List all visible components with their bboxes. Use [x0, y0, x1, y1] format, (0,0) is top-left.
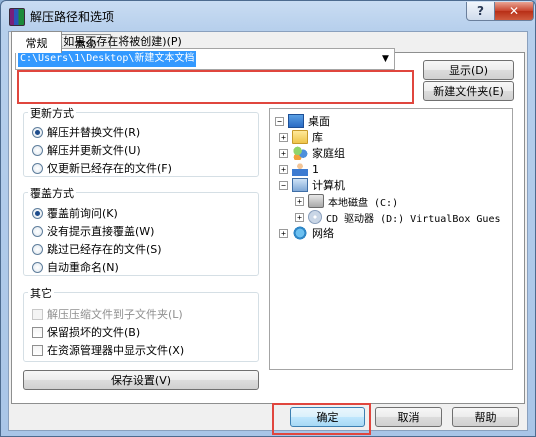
radio-overwrite-without-prompt[interactable]: 没有提示直接覆盖(W): [32, 223, 154, 239]
radio-ask-before-overwrite[interactable]: 覆盖前询问(K): [32, 205, 118, 221]
radio-label: 仅更新已经存在的文件(F): [47, 162, 172, 175]
desktop-icon: [288, 114, 304, 128]
tree-item-label: 本地磁盘 (C:): [328, 197, 399, 209]
expand-icon[interactable]: +: [279, 228, 288, 238]
checkbox-show-in-explorer[interactable]: 在资源管理器中显示文件(X): [32, 342, 184, 358]
cancel-button[interactable]: 取消: [375, 407, 442, 427]
checkbox-indicator: [32, 308, 43, 320]
tree-item-label: 桌面: [308, 115, 330, 128]
overwrite-mode-title: 覆盖方式: [28, 185, 76, 201]
dialog-window: 解压路径和选项 ? ✕ 常规 高级 目标路径(如果不存在将被创建)(P) C:\…: [0, 0, 536, 437]
help-title-button[interactable]: ?: [466, 2, 495, 21]
radio-indicator[interactable]: [32, 207, 43, 219]
destination-path-value[interactable]: C:\Users\1\Desktop\新建文本文档: [18, 51, 197, 67]
expand-icon[interactable]: +: [279, 132, 288, 142]
checkbox-label: 保留损坏的文件(B): [47, 326, 141, 339]
radio-label: 覆盖前询问(K): [47, 207, 118, 220]
tree-item-label: 1: [312, 162, 319, 176]
destination-path-combobox[interactable]: C:\Users\1\Desktop\新建文本文档 ▼: [15, 48, 395, 70]
checkbox-indicator[interactable]: [32, 326, 43, 338]
radio-label: 没有提示直接覆盖(W): [47, 225, 155, 238]
user-icon: [292, 162, 308, 176]
radio-label: 解压并更新文件(U): [47, 144, 141, 157]
expand-icon[interactable]: +: [295, 196, 304, 206]
title-bar[interactable]: 解压路径和选项 ? ✕: [1, 1, 535, 30]
tree-item-label: 家庭组: [312, 147, 345, 160]
tree-item-label: 网络: [312, 227, 334, 240]
checkbox-label: 在资源管理器中显示文件(X): [47, 344, 185, 357]
tree-item-user[interactable]: + 1: [279, 161, 319, 177]
tree-item-network[interactable]: + 网络: [279, 225, 334, 241]
new-folder-button[interactable]: 新建文件夹(E): [423, 81, 514, 101]
radio-label: 自动重命名(N): [47, 261, 119, 274]
dropdown-arrow-icon[interactable]: ▼: [377, 49, 394, 69]
tree-item-computer[interactable]: − 计算机: [279, 177, 345, 193]
radio-label: 解压并替换文件(R): [47, 126, 141, 139]
radio-skip-existing[interactable]: 跳过已经存在的文件(S): [32, 241, 162, 257]
tree-item-desktop[interactable]: − 桌面: [275, 113, 330, 129]
homegroup-icon: [292, 146, 308, 160]
checkbox-extract-to-subfolder: 解压压缩文件到子文件夹(L): [32, 306, 183, 322]
tree-item-library[interactable]: + 库: [279, 129, 323, 145]
radio-indicator[interactable]: [32, 225, 43, 237]
save-settings-button[interactable]: 保存设置(V): [23, 370, 259, 390]
update-mode-title: 更新方式: [28, 105, 76, 121]
close-button[interactable]: ✕: [494, 2, 534, 21]
disk-icon: [308, 194, 324, 208]
expand-icon[interactable]: +: [279, 164, 288, 174]
tree-item-local-disk-c[interactable]: + 本地磁盘 (C:): [295, 193, 398, 209]
expand-icon[interactable]: +: [295, 212, 304, 222]
tree-item-homegroup[interactable]: + 家庭组: [279, 145, 345, 161]
folder-tree[interactable]: − 桌面 + 库 + 家庭组 + 1 − 计算机 + 本地磁盘 (C:) + C…: [269, 108, 513, 370]
radio-extract-update[interactable]: 解压并更新文件(U): [32, 142, 141, 158]
radio-indicator[interactable]: [32, 126, 43, 138]
misc-title: 其它: [28, 285, 54, 301]
radio-auto-rename[interactable]: 自动重命名(N): [32, 259, 119, 275]
collapse-icon[interactable]: −: [279, 180, 288, 190]
tab-general[interactable]: 常规: [11, 31, 62, 53]
radio-indicator[interactable]: [32, 243, 43, 255]
tree-item-label: CD 驱动器 (D:) VirtualBox Gues: [326, 213, 501, 225]
window-title: 解压路径和选项: [30, 10, 115, 24]
radio-indicator[interactable]: [32, 261, 43, 273]
overwrite-mode-group: 覆盖方式 覆盖前询问(K) 没有提示直接覆盖(W) 跳过已经存在的文件(S) 自…: [23, 185, 259, 276]
tree-item-label: 计算机: [312, 179, 345, 192]
show-button[interactable]: 显示(D): [423, 60, 514, 80]
collapse-icon[interactable]: −: [275, 116, 284, 126]
checkbox-keep-broken-files[interactable]: 保留损坏的文件(B): [32, 324, 140, 340]
radio-update-existing[interactable]: 仅更新已经存在的文件(F): [32, 160, 172, 176]
computer-icon: [292, 178, 308, 192]
network-icon: [292, 226, 308, 240]
checkbox-label: 解压压缩文件到子文件夹(L): [47, 308, 183, 321]
update-mode-group: 更新方式 解压并替换文件(R) 解压并更新文件(U) 仅更新已经存在的文件(F): [23, 105, 259, 177]
help-button[interactable]: 帮助: [452, 407, 519, 427]
radio-extract-replace[interactable]: 解压并替换文件(R): [32, 124, 140, 140]
winrar-icon: [9, 8, 25, 26]
tree-item-label: 库: [312, 131, 323, 144]
library-icon: [292, 130, 308, 144]
misc-group: 其它 解压压缩文件到子文件夹(L) 保留损坏的文件(B) 在资源管理器中显示文件…: [23, 285, 259, 362]
cd-drive-icon: [308, 210, 322, 224]
ok-button[interactable]: 确定: [290, 407, 365, 427]
radio-label: 跳过已经存在的文件(S): [47, 243, 162, 256]
expand-icon[interactable]: +: [279, 148, 288, 158]
checkbox-indicator[interactable]: [32, 344, 43, 356]
tree-item-cd-drive-d[interactable]: + CD 驱动器 (D:) VirtualBox Gues: [295, 209, 501, 225]
radio-indicator[interactable]: [32, 162, 43, 174]
radio-indicator[interactable]: [32, 144, 43, 156]
